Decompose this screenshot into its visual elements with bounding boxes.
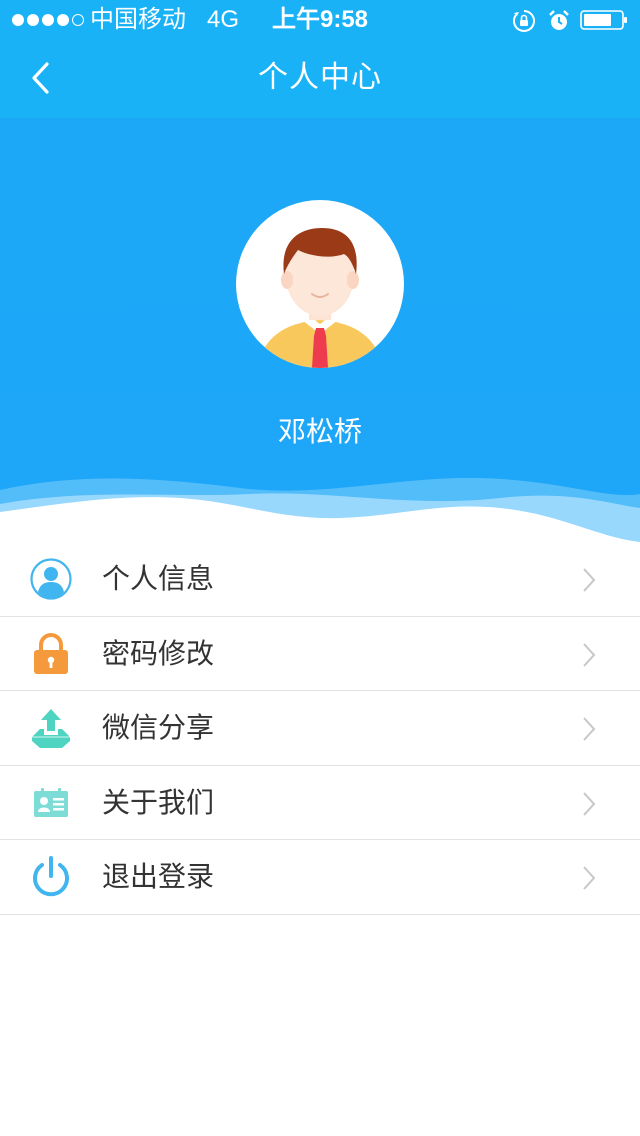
status-bar: 中国移动 4G 上午9:58 (0, 0, 640, 40)
user-icon (30, 558, 72, 600)
menu-item-logout[interactable]: 退出登录 (0, 840, 640, 915)
signal-strength-icon (12, 9, 84, 31)
network-type: 4G (207, 6, 240, 33)
lock-icon (34, 632, 68, 674)
menu-item-label: 密码修改 (102, 636, 215, 670)
profile-header: 邓松桥 (0, 118, 640, 548)
menu-item-wechat-share[interactable]: 微信分享 (0, 691, 640, 766)
chevron-right-icon (583, 791, 596, 816)
menu-item-about-us[interactable]: 关于我们 (0, 765, 640, 840)
chevron-right-icon (583, 866, 596, 890)
battery-icon (580, 10, 627, 30)
page-title: 个人中心 (258, 60, 382, 95)
menu-item-change-password[interactable]: 密码修改 (0, 616, 640, 691)
user-name: 邓松桥 (277, 415, 362, 448)
menu-item-label: 个人信息 (102, 562, 215, 595)
share-icon (32, 709, 70, 748)
menu-item-label: 退出登录 (102, 860, 215, 893)
avatar[interactable] (236, 200, 404, 368)
personal-center-screen: 中国移动 4G 上午9:58 个人中心 邓松桥 个人信息 密码修改 微信分享 关… (0, 0, 640, 1136)
power-icon (33, 856, 69, 897)
nav-bar: 个人中心 (0, 40, 640, 118)
chevron-right-icon (583, 568, 596, 592)
rotation-lock-icon (513, 10, 535, 32)
wave-decoration (0, 477, 640, 548)
id-card-icon (34, 787, 68, 817)
menu-list: 个人信息 密码修改 微信分享 关于我们 退出登录 (0, 542, 640, 915)
chevron-right-icon (583, 717, 596, 741)
user-avatar-illustration (258, 228, 382, 368)
chevron-right-icon (583, 642, 596, 667)
menu-item-personal-info[interactable]: 个人信息 (0, 542, 640, 617)
menu-item-label: 关于我们 (102, 785, 215, 819)
menu-item-label: 微信分享 (102, 711, 215, 744)
status-time: 上午9:58 (272, 6, 369, 33)
alarm-icon (549, 10, 569, 30)
carrier-name: 中国移动 (90, 6, 186, 33)
